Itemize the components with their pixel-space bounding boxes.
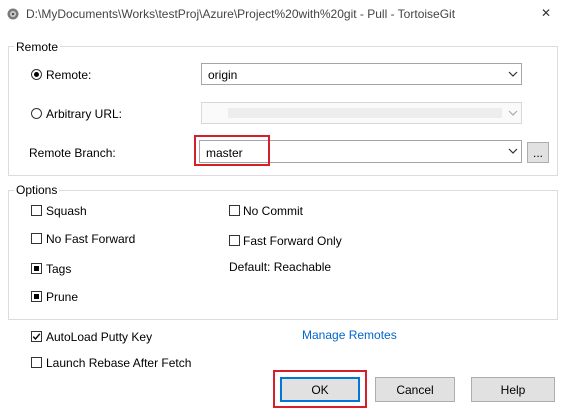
launch-rebase-checkbox[interactable]	[31, 357, 42, 368]
indeterminate-mark-icon	[34, 294, 39, 299]
tags-label: Tags	[46, 262, 72, 276]
options-group-title: Options	[14, 183, 60, 197]
no-fast-forward-checkbox[interactable]	[31, 233, 42, 244]
autoload-putty-label: AutoLoad Putty Key	[46, 330, 153, 344]
tags-checkbox[interactable]	[31, 263, 42, 274]
tortoisegit-icon	[6, 7, 20, 21]
tags-default-text: Default: Reachable	[229, 260, 332, 274]
no-commit-checkbox[interactable]	[229, 205, 240, 216]
window-title: D:\MyDocuments\Works\testProj\Azure\Proj…	[26, 7, 456, 21]
chevron-down-icon	[507, 68, 519, 80]
ok-button-highlight	[273, 370, 367, 408]
remote-branch-highlight	[194, 135, 270, 166]
arbitrary-url-combo[interactable]	[201, 102, 522, 124]
close-icon: ✕	[540, 6, 552, 20]
arbitrary-url-label: Arbitrary URL:	[46, 107, 123, 121]
remote-group-title: Remote	[14, 40, 61, 54]
url-placeholder-bar	[228, 108, 502, 118]
remote-label: Remote:	[46, 68, 92, 82]
title-bar: D:\MyDocuments\Works\testProj\Azure\Proj…	[0, 0, 564, 30]
remote-combo[interactable]: origin	[201, 63, 522, 85]
prune-checkbox[interactable]	[31, 291, 42, 302]
arbitrary-url-radio[interactable]	[31, 108, 42, 119]
squash-checkbox[interactable]	[31, 205, 42, 216]
fast-forward-only-checkbox[interactable]	[229, 235, 240, 246]
fast-forward-only-label: Fast Forward Only	[243, 234, 342, 248]
help-button[interactable]: Help	[471, 377, 555, 402]
manage-remotes-link[interactable]: Manage Remotes	[302, 328, 397, 342]
chevron-down-icon	[507, 145, 519, 157]
autoload-putty-checkbox[interactable]	[31, 331, 42, 342]
prune-label: Prune	[46, 290, 79, 304]
checkmark-icon	[32, 333, 41, 341]
remote-combo-value: origin	[208, 68, 238, 82]
squash-label: Squash	[46, 204, 87, 218]
close-button[interactable]: ✕	[528, 0, 564, 26]
browse-branch-button[interactable]: ...	[527, 142, 549, 163]
remote-branch-label: Remote Branch:	[29, 146, 116, 160]
chevron-down-icon	[507, 107, 519, 119]
indeterminate-mark-icon	[34, 266, 39, 271]
remote-radio[interactable]	[31, 69, 42, 80]
cancel-button[interactable]: Cancel	[375, 377, 455, 402]
launch-rebase-label: Launch Rebase After Fetch	[46, 356, 192, 370]
no-fast-forward-label: No Fast Forward	[46, 232, 136, 246]
no-commit-label: No Commit	[243, 204, 304, 218]
